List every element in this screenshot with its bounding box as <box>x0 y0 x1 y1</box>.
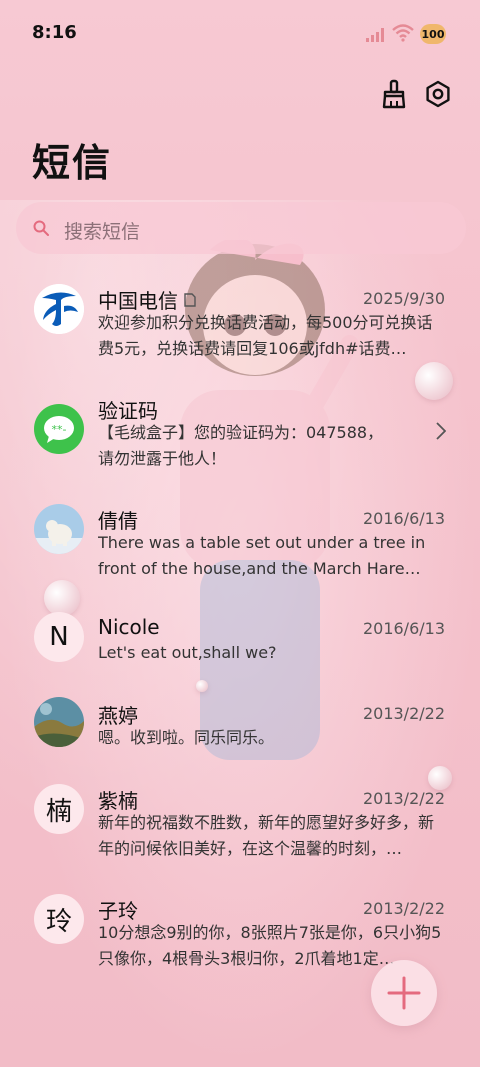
new-message-button[interactable] <box>371 960 437 1026</box>
search-bar[interactable]: 搜索短信 <box>16 202 466 254</box>
broom-icon <box>382 79 406 109</box>
page-title: 短信 <box>32 141 113 185</box>
message-preview: Let's eat out,shall we? <box>98 643 277 662</box>
settings-button[interactable] <box>422 78 454 110</box>
signal-icon <box>366 28 384 42</box>
message-preview: 嗯。收到啦。同乐同乐。 <box>98 728 275 747</box>
search-icon <box>33 220 49 236</box>
clean-up-button[interactable] <box>378 78 410 110</box>
contact-avatar: 楠 <box>34 784 84 834</box>
conversation-item[interactable]: 中国电信 2025/9/30 欢迎参加积分兑换话费活动，每500分可兑换话费5元… <box>0 282 480 382</box>
wifi-icon <box>392 24 414 42</box>
message-date: 2013/2/22 <box>362 789 445 808</box>
message-date: 2016/6/13 <box>362 509 445 528</box>
status-bar: 8:16 100 <box>0 0 480 68</box>
battery-indicator: 100 <box>420 24 446 44</box>
plus-icon <box>387 976 421 1010</box>
message-date: 2013/2/22 <box>362 899 445 918</box>
chevron-right-icon <box>436 422 446 440</box>
contact-name: Nicole <box>98 615 160 639</box>
message-preview: There was a table set out under a tree i… <box>98 533 426 578</box>
conversation-item[interactable]: 倩倩 2016/6/13 There was a table set out u… <box>0 502 480 602</box>
conversation-item[interactable]: 楠 紫楠 2013/2/22 新年的祝福数不胜数，新年的愿望好多好多，新年的问候… <box>0 782 480 882</box>
message-date: 2013/2/22 <box>362 704 445 723</box>
conversation-item[interactable]: **- 验证码 【毛绒盒子】您的验证码为：047588，请勿泄露于他人！ <box>0 392 480 492</box>
message-preview: 欢迎参加积分兑换话费活动，每500分可兑换话费5元，兑换话费请回复106或jfd… <box>98 313 433 358</box>
gear-icon <box>426 80 450 108</box>
china-telecom-logo <box>34 284 84 334</box>
svg-text:**-: **- <box>52 423 67 436</box>
sim-card-icon <box>184 293 196 307</box>
message-preview: 新年的祝福数不胜数，新年的愿望好多好多，新年的问候依旧美好，在这个温馨的时刻，… <box>98 813 435 858</box>
message-preview: 【毛绒盒子】您的验证码为：047588，请勿泄露于他人！ <box>98 423 384 468</box>
status-time: 8:16 <box>32 22 77 43</box>
landscape-photo <box>34 697 84 747</box>
polar-bear-photo <box>34 504 84 554</box>
message-date: 2025/9/30 <box>362 289 445 308</box>
contact-avatar: N <box>34 612 84 662</box>
contact-avatar: 玲 <box>34 894 84 944</box>
message-bubble-icon: **- <box>34 404 84 454</box>
message-date: 2016/6/13 <box>362 619 445 638</box>
search-placeholder: 搜索短信 <box>64 221 141 243</box>
